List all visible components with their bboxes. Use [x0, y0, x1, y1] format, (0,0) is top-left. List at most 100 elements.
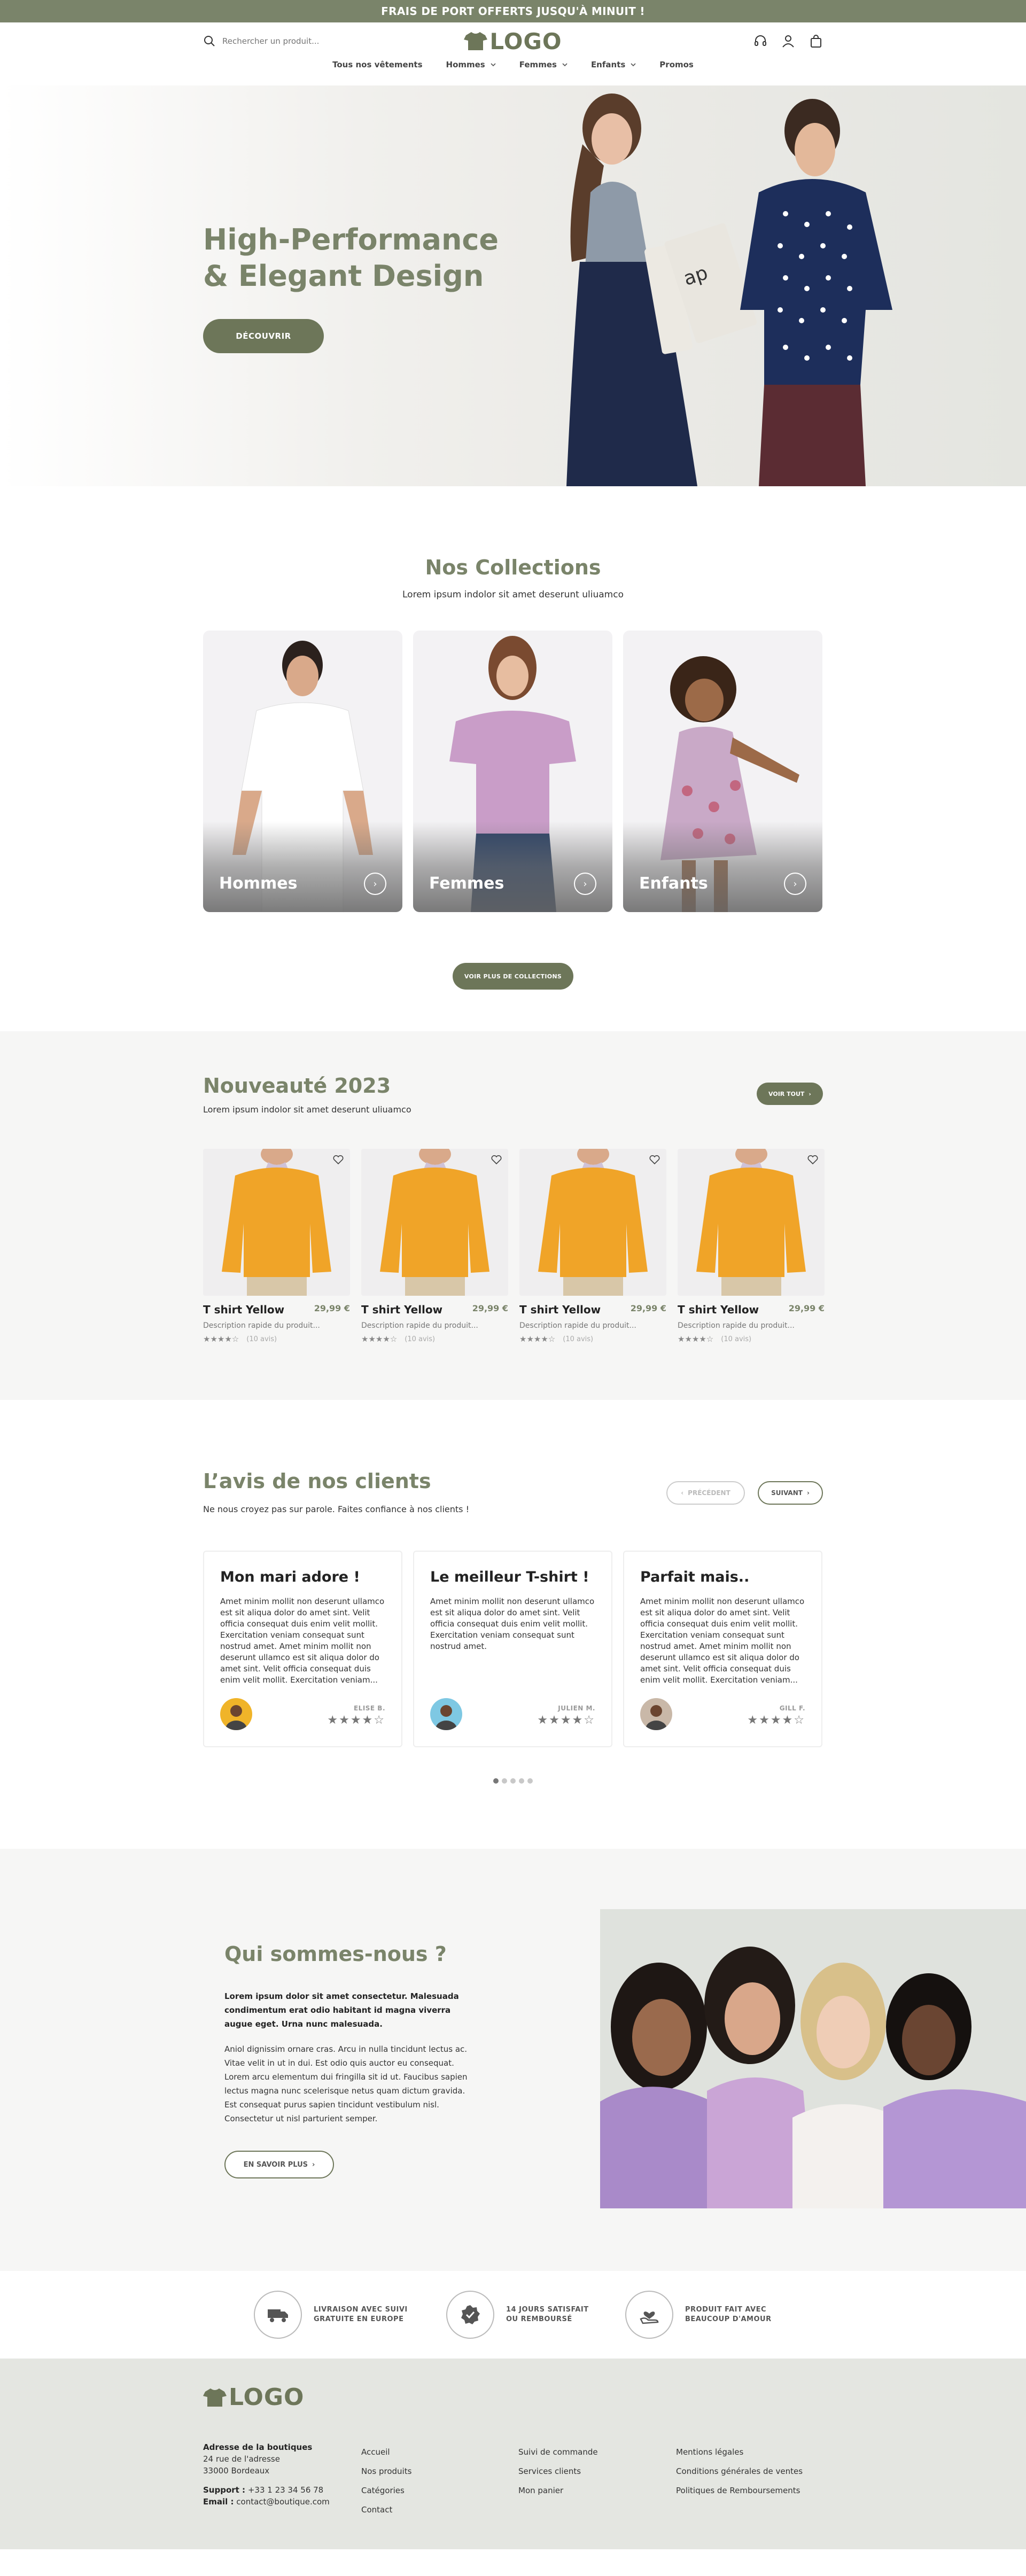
- discover-button[interactable]: DÉCOUVRIR: [203, 319, 324, 353]
- search-input[interactable]: [222, 36, 329, 46]
- carousel-dot[interactable]: [519, 1778, 524, 1784]
- previous-button[interactable]: ‹ PRÉCÉDENT: [666, 1481, 745, 1505]
- review-text: Amet minim mollit non deserunt ullamco e…: [430, 1597, 595, 1651]
- footer-link[interactable]: Nos produits: [361, 2462, 411, 2481]
- nav-label: Hommes: [446, 60, 485, 69]
- features-strip: LIVRAISON AVEC SUIVI GRATUITE EN EUROPE 1…: [0, 2271, 1026, 2359]
- card-overlay: [203, 821, 402, 912]
- product-header: T shirt Yellow 29,99 €: [519, 1303, 666, 1316]
- address-title: Adresse de la boutiques: [203, 2442, 313, 2452]
- nav-item-hommes[interactable]: Hommes: [446, 60, 496, 69]
- nav-item-femmes[interactable]: Femmes: [519, 60, 568, 69]
- review-title: Mon mari adore !: [220, 1569, 360, 1585]
- reviews-title: L’avis de nos clients: [203, 1469, 431, 1493]
- learn-more-button[interactable]: EN SAVOIR PLUS ›: [224, 2151, 334, 2178]
- hero-banner: High-Performance & Elegant Design DÉCOUVR…: [0, 85, 1026, 486]
- main-nav: Tous nos vêtements Hommes Femmes Enfants…: [203, 60, 823, 69]
- footer-link[interactable]: Mentions légales: [676, 2442, 803, 2462]
- review-count: (10 avis): [405, 1335, 436, 1343]
- promo-banner: FRAIS DE PORT OFFERTS JUSQU'À MINUIT !: [0, 0, 1026, 22]
- carousel-dot[interactable]: [502, 1778, 507, 1784]
- product-description: Description rapide du produit...: [519, 1321, 636, 1330]
- more-collections-button[interactable]: VOIR PLUS DE COLLECTIONS: [453, 963, 573, 990]
- carousel-dot[interactable]: [493, 1778, 499, 1784]
- collection-card-hommes[interactable]: Hommes ›: [203, 631, 402, 912]
- product-name[interactable]: T shirt Yellow: [519, 1303, 601, 1316]
- chevron-right-icon[interactable]: ›: [364, 873, 386, 895]
- star-rating: ★★★★☆: [537, 1714, 595, 1727]
- email-value[interactable]: contact@boutique.com: [236, 2497, 329, 2507]
- learn-more-label: EN SAVOIR PLUS: [243, 2160, 308, 2169]
- bag-icon[interactable]: [809, 34, 823, 48]
- carousel-dot[interactable]: [527, 1778, 533, 1784]
- footer-link[interactable]: Politiques de Remboursements: [676, 2481, 803, 2500]
- user-icon[interactable]: [781, 34, 795, 48]
- collection-card-enfants[interactable]: Enfants ›: [623, 631, 822, 912]
- carousel-dot[interactable]: [510, 1778, 516, 1784]
- headset-icon[interactable]: [753, 34, 767, 48]
- footer-link[interactable]: Mon panier: [518, 2481, 598, 2500]
- heart-hand-icon: [625, 2291, 673, 2339]
- heart-icon[interactable]: [491, 1155, 502, 1165]
- search-icon[interactable]: [203, 35, 216, 48]
- about-section: Qui sommes-nous ? Lorem ipsum dolor sit …: [0, 1849, 1026, 2271]
- footer-link[interactable]: Catégories: [361, 2481, 411, 2500]
- nav-label: Tous nos vêtements: [332, 60, 423, 69]
- product-card[interactable]: T shirt Yellow 29,99 € Description rapide …: [519, 1149, 666, 1344]
- star-rating: ★★★★☆: [327, 1714, 385, 1727]
- shirt-logo-icon: [203, 2388, 227, 2407]
- review-text: Amet minim mollit non deserunt ullamco e…: [640, 1597, 805, 1685]
- site-logo[interactable]: LOGO: [464, 28, 562, 55]
- search-bar: [203, 35, 342, 48]
- star-rating: ★★★★☆: [678, 1334, 714, 1344]
- see-all-button[interactable]: VOIR TOUT ›: [757, 1083, 823, 1105]
- heart-icon[interactable]: [333, 1155, 344, 1165]
- product-card[interactable]: T shirt Yellow 29,99 € Description rapide …: [678, 1149, 825, 1344]
- product-image[interactable]: [361, 1149, 508, 1296]
- footer-link[interactable]: Conditions générales de ventes: [676, 2462, 803, 2481]
- review-count: (10 avis): [721, 1335, 752, 1343]
- next-button[interactable]: SUIVANT ›: [758, 1481, 823, 1505]
- nav-item-all[interactable]: Tous nos vêtements: [332, 60, 422, 69]
- feature-line2: BEAUCOUP D'AMOUR: [685, 2315, 772, 2323]
- badge-check-icon: [446, 2291, 494, 2339]
- feature-line1: LIVRAISON AVEC SUIVI: [314, 2306, 408, 2314]
- footer-link[interactable]: Suivi de commande: [518, 2442, 598, 2462]
- product-name[interactable]: T shirt Yellow: [678, 1303, 759, 1316]
- footer-link[interactable]: Contact: [361, 2500, 411, 2519]
- footer-logo[interactable]: LOGO: [203, 2384, 304, 2411]
- product-header: T shirt Yellow 29,99 €: [203, 1303, 350, 1316]
- logo-text: LOGO: [489, 28, 562, 55]
- product-image[interactable]: [203, 1149, 350, 1296]
- product-name[interactable]: T shirt Yellow: [361, 1303, 442, 1316]
- star-rating: ★★★★☆: [519, 1334, 556, 1344]
- product-price: 29,99 €: [788, 1303, 825, 1313]
- nav-item-promos[interactable]: Promos: [659, 60, 694, 69]
- heart-icon[interactable]: [807, 1155, 818, 1165]
- footer-link[interactable]: Services clients: [518, 2462, 598, 2481]
- avatar: [220, 1698, 252, 1730]
- previous-label: PRÉCÉDENT: [688, 1489, 730, 1497]
- product-image[interactable]: [519, 1149, 666, 1296]
- hero-title-line1: High-Performance: [203, 223, 499, 256]
- chevron-right-icon[interactable]: ›: [784, 873, 806, 895]
- heart-icon[interactable]: [649, 1155, 660, 1165]
- product-card[interactable]: T shirt Yellow 29,99 € Description rapide …: [203, 1149, 350, 1344]
- nav-label: Enfants: [590, 60, 626, 69]
- product-image[interactable]: [678, 1149, 825, 1296]
- support-value[interactable]: +33 1 23 34 56 78: [248, 2485, 323, 2495]
- star-rating: ★★★★☆: [747, 1714, 805, 1727]
- news-title: Nouveauté 2023: [203, 1074, 391, 1098]
- product-card[interactable]: T shirt Yellow 29,99 € Description rapide …: [361, 1149, 508, 1344]
- product-price: 29,99 €: [630, 1303, 666, 1313]
- product-name[interactable]: T shirt Yellow: [203, 1303, 284, 1316]
- collection-label: Hommes: [219, 874, 298, 893]
- star-rating: ★★★★☆: [361, 1334, 398, 1344]
- collection-card-femmes[interactable]: Femmes ›: [413, 631, 612, 912]
- review-author: JULIEN M.: [558, 1705, 595, 1712]
- chevron-right-icon[interactable]: ›: [574, 873, 596, 895]
- avatar: [430, 1698, 462, 1730]
- news-subtitle: Lorem ipsum indolor sit amet deserunt ul…: [203, 1104, 411, 1115]
- footer-link[interactable]: Accueil: [361, 2442, 411, 2462]
- nav-item-enfants[interactable]: Enfants: [591, 60, 636, 69]
